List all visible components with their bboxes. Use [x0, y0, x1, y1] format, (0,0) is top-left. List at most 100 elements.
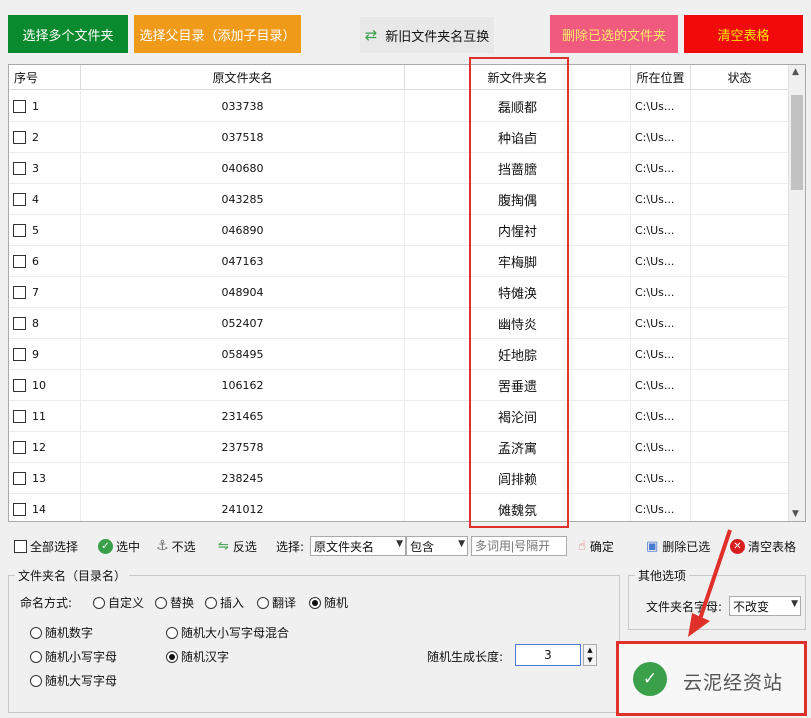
confirm-button[interactable]: ☝ 确定	[578, 532, 614, 560]
scroll-up-icon[interactable]: ▲	[792, 67, 799, 77]
table-row[interactable]: 3 040680 挡蔷膪 C:\Us...	[9, 153, 789, 184]
table-row[interactable]: 10 106162 罟垂遗 C:\Us...	[9, 370, 789, 401]
seq-text: 12	[32, 441, 46, 454]
table-row[interactable]: 2 037518 种谄卣 C:\Us...	[9, 122, 789, 153]
row-checkbox[interactable]	[13, 224, 26, 237]
checkbox-icon[interactable]	[14, 539, 27, 553]
seq-text: 10	[32, 379, 46, 392]
row-checkbox[interactable]	[13, 131, 26, 144]
table-row[interactable]: 8 052407 幽恃炎 C:\Us...	[9, 308, 789, 339]
radio-dot[interactable]	[205, 596, 217, 609]
header-location[interactable]: 所在位置	[631, 65, 691, 90]
radio-dot[interactable]	[309, 596, 321, 609]
table-row[interactable]: 6 047163 牢梅脚 C:\Us...	[9, 246, 789, 277]
spin-down-icon[interactable]: ▼	[584, 655, 596, 665]
invert-selection-button[interactable]: ⇋ 反选	[218, 532, 257, 560]
new-name-cell: 挡蔷膪	[405, 153, 631, 184]
radio-random-mixed-case[interactable]: 随机大小写字母混合	[166, 624, 289, 641]
row-checkbox[interactable]	[13, 472, 26, 485]
location-cell: C:\Us...	[631, 277, 691, 308]
select-folders-button[interactable]: 选择多个文件夹	[8, 15, 128, 53]
row-checkbox[interactable]	[13, 348, 26, 361]
select-all-checkbox[interactable]: 全部选择	[14, 532, 78, 560]
start-button-frame[interactable]: ✓ 云泥经资站	[616, 641, 807, 716]
table-row[interactable]: 13 238245 闾排赖 C:\Us...	[9, 463, 789, 494]
original-name-cell: 237578	[81, 432, 405, 463]
row-checkbox[interactable]	[13, 317, 26, 330]
select-button[interactable]: ✓ 选中	[98, 532, 140, 560]
header-status[interactable]: 状态	[691, 65, 789, 90]
new-name-cell: 妊地腙	[405, 339, 631, 370]
select-parent-dir-button[interactable]: 选择父目录（添加子目录）	[134, 15, 301, 53]
table-row[interactable]: 11 231465 褐沦间 C:\Us...	[9, 401, 789, 432]
scroll-down-icon[interactable]: ▼	[792, 509, 799, 519]
status-cell	[691, 153, 789, 184]
swap-names-button[interactable]: ⇄ 新旧文件夹名互换	[360, 17, 494, 53]
match-select[interactable]: 包含 ▼	[406, 536, 468, 556]
radio-mode-4[interactable]: 随机	[309, 594, 348, 611]
new-name-cell: 磊顺都	[405, 91, 631, 122]
status-cell	[691, 494, 789, 521]
radio-random-upper[interactable]: 随机大写字母	[30, 672, 117, 689]
row-checkbox[interactable]	[13, 286, 26, 299]
radio-mode-2[interactable]: 插入	[205, 594, 244, 611]
row-checkbox[interactable]	[13, 162, 26, 175]
swap-names-label: 新旧文件夹名互换	[385, 29, 490, 45]
delete-selected-folders-button[interactable]: 删除已选的文件夹	[550, 15, 678, 53]
original-name-cell: 047163	[81, 246, 405, 277]
radio-random-lower[interactable]: 随机小写字母	[30, 648, 117, 665]
radio-dot[interactable]	[30, 626, 42, 639]
row-checkbox[interactable]	[13, 441, 26, 454]
radio-random-chinese-label: 随机汉字	[181, 650, 230, 664]
row-checkbox[interactable]	[13, 503, 26, 516]
random-length-input[interactable]: 3	[515, 644, 581, 666]
table-row[interactable]: 7 048904 特傩涣 C:\Us...	[9, 277, 789, 308]
header-seq[interactable]: 序号	[9, 65, 81, 90]
radio-dot[interactable]	[155, 596, 167, 609]
field-select[interactable]: 原文件夹名 ▼	[310, 536, 406, 556]
spin-up-icon[interactable]: ▲	[584, 645, 596, 655]
table-row[interactable]: 12 237578 孟济寓 C:\Us...	[9, 432, 789, 463]
radio-mode-label: 自定义	[108, 596, 145, 610]
table-row[interactable]: 4 043285 腹掏偶 C:\Us...	[9, 184, 789, 215]
original-name-cell: 052407	[81, 308, 405, 339]
row-checkbox[interactable]	[13, 100, 26, 113]
clear-table-button[interactable]: 清空表格	[684, 15, 803, 53]
new-name-cell: 罟垂遗	[405, 370, 631, 401]
confirm-label: 确定	[589, 539, 614, 554]
radio-dot[interactable]	[30, 650, 42, 663]
original-name-cell: 040680	[81, 153, 405, 184]
radio-dot-selected[interactable]	[166, 650, 178, 663]
row-checkbox[interactable]	[13, 255, 26, 268]
radio-mode-0[interactable]: 自定义	[93, 594, 144, 611]
table-row[interactable]: 1 033738 磊顺都 C:\Us...	[9, 91, 789, 122]
vertical-scrollbar[interactable]: ▲ ▼	[788, 65, 805, 521]
row-checkbox[interactable]	[13, 410, 26, 423]
deselect-button[interactable]: ⚓ 不选	[156, 532, 196, 560]
keyword-input[interactable]	[471, 536, 567, 556]
header-original-name[interactable]: 原文件夹名	[81, 65, 405, 90]
radio-dot[interactable]	[166, 626, 178, 639]
radio-dot[interactable]	[30, 674, 42, 687]
table-row[interactable]: 5 046890 内惺衬 C:\Us...	[9, 215, 789, 246]
seq-text: 9	[32, 348, 39, 361]
row-checkbox[interactable]	[13, 379, 26, 392]
status-cell	[691, 184, 789, 215]
radio-dot[interactable]	[257, 596, 269, 609]
select-label: 选中	[116, 539, 141, 554]
header-new-name[interactable]: 新文件夹名	[405, 65, 631, 90]
folder-table: 序号 原文件夹名 新文件夹名 所在位置 状态 1 033738 磊顺都 C:\Us..…	[8, 64, 806, 522]
seq-text: 14	[32, 503, 46, 516]
table-row[interactable]: 9 058495 妊地腙 C:\Us...	[9, 339, 789, 370]
invert-icon: ⇋	[218, 538, 229, 554]
radio-mode-3[interactable]: 翻译	[257, 594, 296, 611]
radio-random-chinese[interactable]: 随机汉字	[166, 648, 229, 665]
table-row[interactable]: 14 241012 傩魏氛 C:\Us...	[9, 494, 789, 521]
radio-dot[interactable]	[93, 596, 105, 609]
radio-mode-1[interactable]: 替换	[155, 594, 194, 611]
naming-mode-label: 命名方式:	[20, 596, 73, 610]
scroll-thumb[interactable]	[791, 95, 803, 190]
length-spinner[interactable]: ▲ ▼	[583, 644, 597, 666]
radio-random-digits[interactable]: 随机数字	[30, 624, 93, 641]
row-checkbox[interactable]	[13, 193, 26, 206]
